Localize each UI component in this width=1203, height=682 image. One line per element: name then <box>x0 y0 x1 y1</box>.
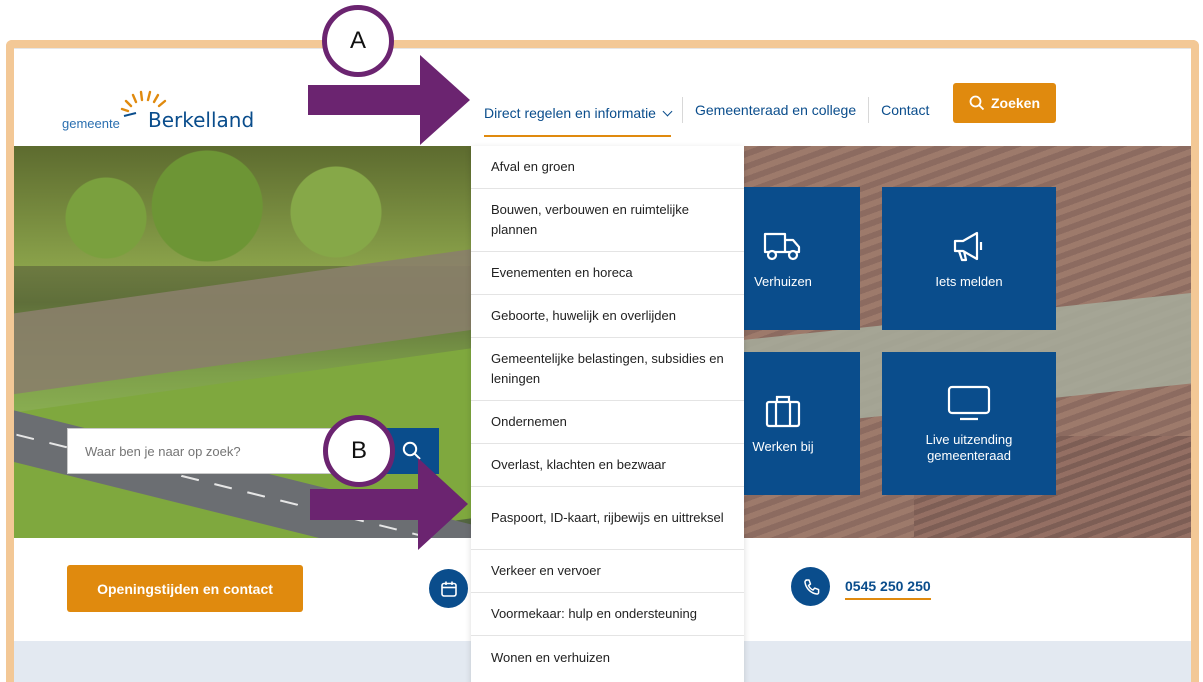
screenshot-frame: gemeente Berkelland Direct regelen en in… <box>6 40 1199 682</box>
dropdown-item[interactable]: Geboorte, huwelijk en overlijden <box>471 295 744 338</box>
tile-label: Werken bij <box>752 438 814 454</box>
phone-icon <box>791 567 830 606</box>
phone-number-link[interactable]: 0545 250 250 <box>845 578 931 600</box>
annotation-arrow-a <box>308 55 470 145</box>
monitor-icon <box>947 385 991 420</box>
dropdown-item[interactable]: Voormekaar: hulp en ondersteuning <box>471 593 744 636</box>
dropdown-item[interactable]: Verkeer en vervoer <box>471 550 744 593</box>
dropdown-item[interactable]: Wonen en verhuizen <box>471 636 744 679</box>
briefcase-icon <box>765 395 801 427</box>
logo-text-big: Berkelland <box>148 108 255 132</box>
dropdown-menu: Afval en groen Bouwen, verbouwen en ruim… <box>471 146 744 682</box>
nav-divider <box>868 97 870 123</box>
dropdown-item[interactable]: Evenementen en horeca <box>471 252 744 295</box>
truck-icon <box>763 232 801 260</box>
nav-divider <box>682 97 683 123</box>
nav-contact[interactable]: Contact <box>881 102 929 118</box>
nav-gemeenteraad[interactable]: Gemeenteraad en college <box>695 102 856 118</box>
dropdown-item[interactable]: Afval en groen <box>471 146 744 189</box>
tile-iets-melden[interactable]: Iets melden <box>882 187 1056 330</box>
nav-direct-regelen[interactable]: Direct regelen en informatie <box>484 105 673 137</box>
annotation-arrow-b <box>310 458 468 550</box>
openingstijden-button[interactable]: Openingstijden en contact <box>67 565 303 612</box>
tile-live-uitzending[interactable]: Live uitzending gemeenteraad <box>882 352 1056 495</box>
zoeken-label: Zoeken <box>990 95 1040 111</box>
logo-text-small: gemeente <box>62 116 120 131</box>
dropdown-item[interactable]: Gemeentelijke belastingen, subsidies en … <box>471 338 744 401</box>
nav-direct-regelen-label: Direct regelen en informatie <box>484 105 656 121</box>
dropdown-item[interactable]: Ondernemen <box>471 401 744 444</box>
site-header: gemeente Berkelland Direct regelen en in… <box>14 48 1191 146</box>
chevron-down-icon <box>662 106 673 117</box>
website: gemeente Berkelland Direct regelen en in… <box>14 48 1191 682</box>
search-icon <box>969 95 985 111</box>
calendar-icon <box>429 569 468 608</box>
megaphone-icon <box>953 231 983 261</box>
tree-background <box>14 146 474 266</box>
tile-label: Iets melden <box>935 273 1003 289</box>
tile-label: Verhuizen <box>754 273 812 289</box>
zoeken-button[interactable]: Zoeken <box>953 83 1056 123</box>
nav-secondary: Gemeenteraad en college Contact <box>682 97 929 123</box>
dropdown-item[interactable]: Bouwen, verbouwen en ruimtelijke plannen <box>471 189 744 252</box>
dropdown-item[interactable]: Paspoort, ID-kaart, rijbewijs en uittrek… <box>471 487 744 550</box>
dropdown-item[interactable]: Overlast, klachten en bezwaar <box>471 444 744 487</box>
tile-label: Live uitzending gemeenteraad <box>925 431 1013 463</box>
